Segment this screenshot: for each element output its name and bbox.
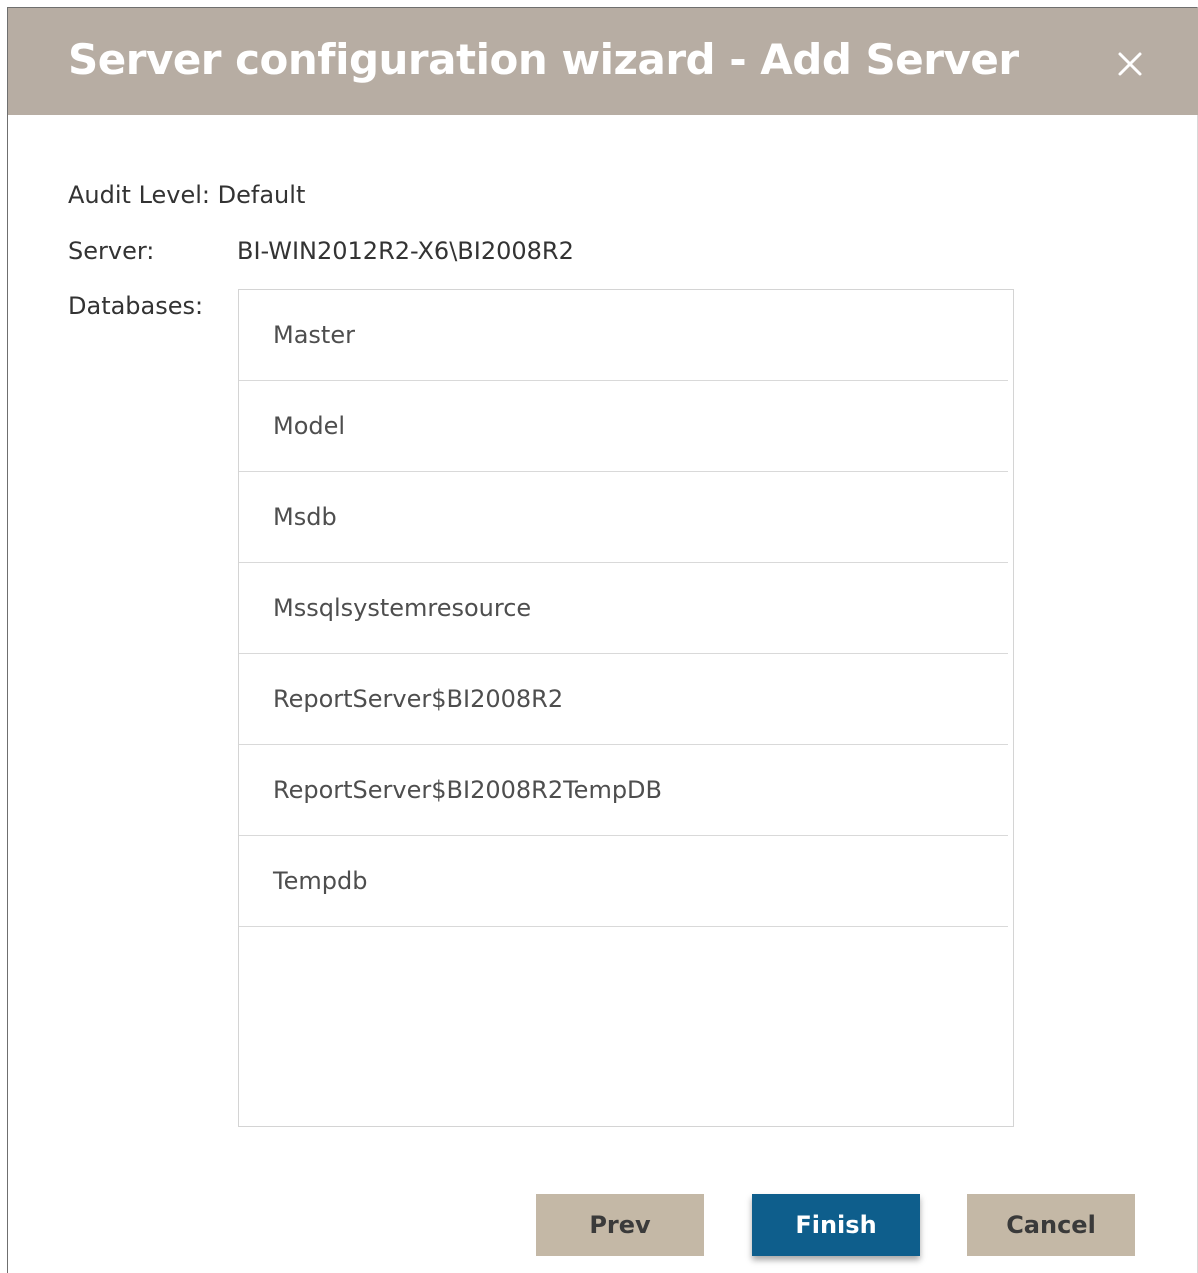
server-label: Server: xyxy=(68,237,155,265)
close-icon xyxy=(1118,52,1142,76)
databases-list[interactable]: Master Model Msdb Mssqlsystemresource Re… xyxy=(238,289,1014,1127)
database-list-item[interactable]: ReportServer$BI2008R2TempDB xyxy=(239,745,1008,836)
database-list-item[interactable]: ReportServer$BI2008R2 xyxy=(239,654,1008,745)
cancel-button[interactable]: Cancel xyxy=(967,1194,1135,1256)
database-list-item[interactable]: Msdb xyxy=(239,472,1008,563)
finish-button[interactable]: Finish xyxy=(752,1194,920,1256)
database-list-item[interactable]: Mssqlsystemresource xyxy=(239,563,1008,654)
databases-label: Databases: xyxy=(68,292,204,320)
dialog-titlebar: Server configuration wizard - Add Server xyxy=(8,8,1198,115)
server-value: BI-WIN2012R2-X6\BI2008R2 xyxy=(237,237,574,265)
database-list-item[interactable]: Model xyxy=(239,381,1008,472)
prev-button[interactable]: Prev xyxy=(536,1194,704,1256)
audit-level-label: Audit Level: Default xyxy=(68,181,306,209)
close-button[interactable] xyxy=(1108,42,1152,86)
database-list-item[interactable]: Tempdb xyxy=(239,836,1008,927)
server-config-dialog: Server configuration wizard - Add Server… xyxy=(7,7,1198,1273)
database-list-item[interactable]: Master xyxy=(239,290,1008,381)
dialog-title: Server configuration wizard - Add Server xyxy=(68,35,1019,84)
audit-level-value: Default xyxy=(217,181,306,209)
